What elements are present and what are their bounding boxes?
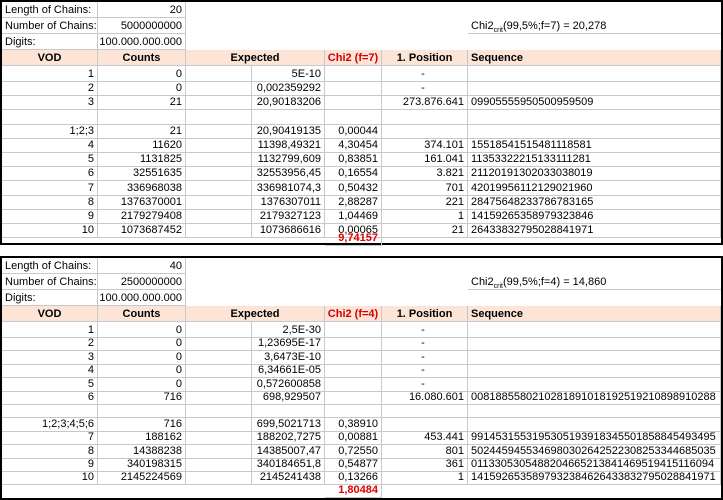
number-value: 2500000000 <box>98 274 186 290</box>
number-label: Number of Chains: <box>2 274 98 290</box>
number-label: Number of Chains: <box>2 18 98 34</box>
header-position: 1. Position <box>382 306 468 322</box>
header-counts: Counts <box>98 306 186 322</box>
header-vod: VOD <box>2 306 98 322</box>
digits-row: Digits: 100.000.000.000 <box>2 34 721 50</box>
header-vod: VOD <box>2 50 98 66</box>
number-value: 5000000000 <box>98 18 186 34</box>
length-value: 40 <box>98 258 186 274</box>
crit-text: Chi2crit(99,5%;f=4) = 14,860 <box>468 274 721 290</box>
crit-text: Chi2crit(99,5%;f=7) = 20,278 <box>468 18 721 34</box>
header-position: 1. Position <box>382 50 468 66</box>
length-label: Length of Chains: <box>2 2 98 18</box>
digits-label: Digits: <box>2 34 98 50</box>
total-row: 1,80484 <box>2 482 721 498</box>
total-row: 9,74157 <box>2 230 721 246</box>
header-row: VOD Counts Expected Chi2 (f=7) 1. Positi… <box>2 50 721 66</box>
header-expected: Expected <box>186 306 325 322</box>
chi2-total: 9,74157 <box>325 230 382 246</box>
header-row: VOD Counts Expected Chi2 (f=4) 1. Positi… <box>2 306 721 322</box>
length-row: Length of Chains: 20 <box>2 2 721 18</box>
length-label: Length of Chains: <box>2 258 98 274</box>
digits-label: Digits: <box>2 290 98 306</box>
header-chi2: Chi2 (f=7) <box>325 50 382 66</box>
number-row: Number of Chains: 5000000000 Chi2crit(99… <box>2 18 721 34</box>
number-row: Number of Chains: 2500000000 Chi2crit(99… <box>2 274 721 290</box>
length-row: Length of Chains: 40 <box>2 258 721 274</box>
digits-value: 100.000.000.000 <box>98 34 186 50</box>
results-block-length-20: Length of Chains: 20 Number of Chains: 5… <box>0 0 723 246</box>
header-sequence: Sequence <box>468 50 721 66</box>
digits-value: 100.000.000.000 <box>98 290 186 306</box>
header-counts: Counts <box>98 50 186 66</box>
header-chi2: Chi2 (f=4) <box>325 306 382 322</box>
digits-row: Digits: 100.000.000.000 <box>2 290 721 306</box>
length-value: 20 <box>98 2 186 18</box>
header-expected: Expected <box>186 50 325 66</box>
header-sequence: Sequence <box>468 306 721 322</box>
chi2-total: 1,80484 <box>325 482 382 498</box>
results-block-length-40: Length of Chains: 40 Number of Chains: 2… <box>0 256 723 500</box>
